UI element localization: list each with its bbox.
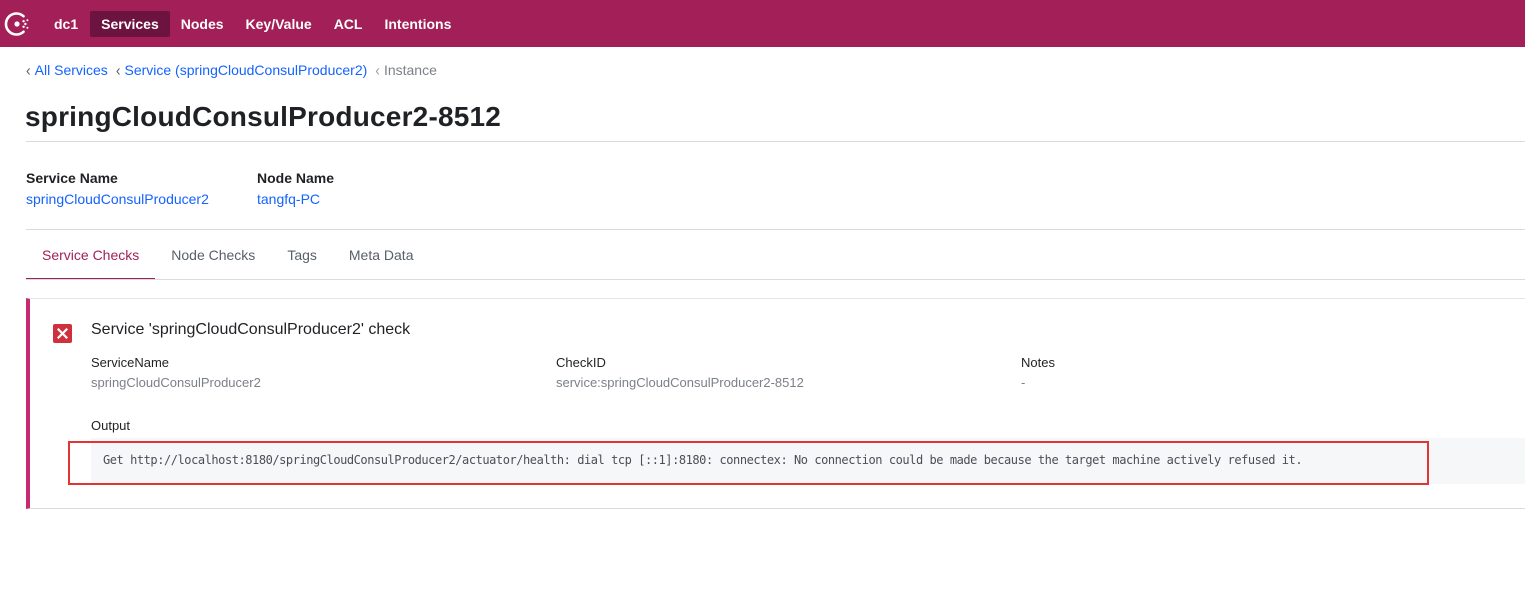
check-service-name-label: ServiceName — [91, 355, 170, 370]
nav-item-services[interactable]: Services — [90, 11, 170, 37]
check-output-label: Output — [91, 418, 131, 433]
breadcrumb-link-service[interactable]: Service (springCloudConsulProducer2) — [124, 62, 367, 78]
service-name-field: Service Name springCloudConsulProducer2 — [26, 170, 209, 207]
nav-item-intentions[interactable]: Intentions — [373, 11, 462, 37]
top-navigation-bar: dc1 Services Nodes Key/Value ACL Intenti… — [0, 0, 1525, 47]
tab-bar: Service Checks Node Checks Tags Meta Dat… — [26, 231, 429, 280]
tab-tags[interactable]: Tags — [271, 231, 333, 280]
check-notes-label: Notes — [1021, 355, 1055, 370]
nav-item-key-value[interactable]: Key/Value — [235, 11, 323, 37]
check-notes-field: Notes - — [1021, 355, 1055, 390]
nav-datacenter[interactable]: dc1 — [42, 11, 90, 37]
page-title: springCloudConsulProducer2-8512 — [25, 101, 502, 132]
divider — [26, 141, 1525, 142]
breadcrumb: ‹ All Services ‹ Service (springCloudCon… — [26, 61, 445, 79]
node-name-link[interactable]: tangfq-PC — [257, 191, 334, 207]
critical-x-icon — [53, 324, 72, 343]
check-service-name-field: ServiceName springCloudConsulProducer2 — [91, 355, 261, 390]
breadcrumb-item-current: ‹ Instance — [375, 61, 437, 79]
check-id-value: service:springCloudConsulProducer2-8512 — [556, 375, 804, 390]
consul-logo[interactable] — [3, 10, 31, 38]
tab-service-checks[interactable]: Service Checks — [26, 231, 156, 280]
chevron-left-icon: ‹ — [26, 61, 31, 79]
check-output-text: Get http://localhost:8180/springCloudCon… — [103, 453, 1303, 467]
divider — [26, 229, 1525, 230]
breadcrumb-current: Instance — [383, 62, 437, 78]
node-name-field: Node Name tangfq-PC — [257, 170, 334, 207]
check-id-label: CheckID — [556, 355, 606, 370]
nav-item-nodes[interactable]: Nodes — [170, 11, 235, 37]
breadcrumb-item-service[interactable]: ‹ Service (springCloudConsulProducer2) — [115, 61, 367, 79]
tab-node-checks[interactable]: Node Checks — [155, 231, 271, 280]
check-title: Service 'springCloudConsulProducer2' che… — [91, 321, 411, 338]
divider — [26, 279, 1525, 280]
tab-meta-data[interactable]: Meta Data — [333, 231, 430, 280]
check-service-name-value: springCloudConsulProducer2 — [91, 375, 261, 390]
health-check-card: Service 'springCloudConsulProducer2' che… — [26, 298, 1525, 509]
check-id-field: CheckID service:springCloudConsulProduce… — [556, 355, 804, 390]
main-nav: dc1 Services Nodes Key/Value ACL Intenti… — [42, 11, 462, 37]
breadcrumb-link-all-services[interactable]: All Services — [35, 62, 108, 78]
breadcrumb-item-all-services[interactable]: ‹ All Services — [26, 61, 108, 79]
check-output-box: Get http://localhost:8180/springCloudCon… — [91, 438, 1525, 484]
check-notes-value: - — [1021, 375, 1026, 390]
nav-item-acl[interactable]: ACL — [323, 11, 374, 37]
chevron-left-icon: ‹ — [375, 61, 380, 79]
chevron-left-icon: ‹ — [115, 61, 121, 79]
service-name-label: Service Name — [26, 170, 118, 186]
service-name-link[interactable]: springCloudConsulProducer2 — [26, 191, 209, 207]
node-name-label: Node Name — [257, 170, 335, 186]
